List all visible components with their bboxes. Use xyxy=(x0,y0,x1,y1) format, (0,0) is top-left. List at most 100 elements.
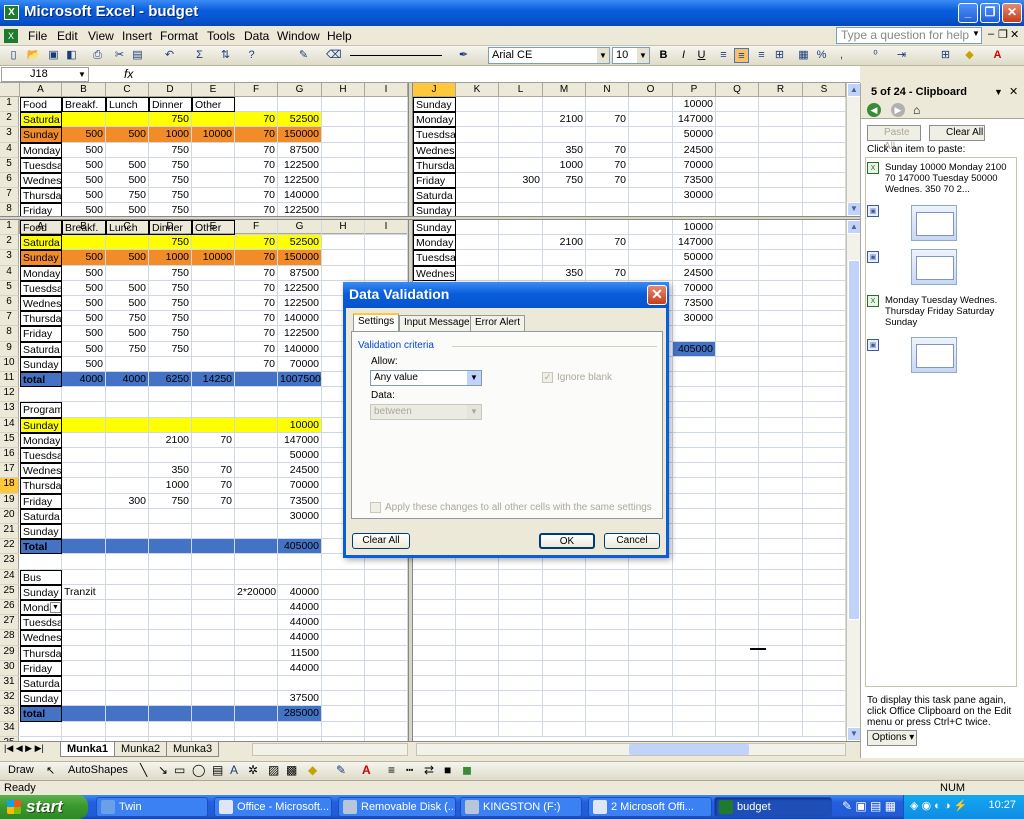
cell[interactable] xyxy=(235,97,278,113)
select-objects-icon[interactable]: ↖ xyxy=(46,764,55,777)
cell[interactable] xyxy=(106,448,149,464)
cell[interactable] xyxy=(235,630,278,646)
cell[interactable] xyxy=(543,660,586,676)
cell[interactable]: 70000 xyxy=(278,478,322,494)
cell[interactable] xyxy=(106,706,149,722)
cell[interactable] xyxy=(456,142,499,158)
cell[interactable] xyxy=(322,127,365,143)
cell[interactable] xyxy=(673,508,716,524)
diagram-icon[interactable]: ✲ xyxy=(248,763,258,777)
cell[interactable] xyxy=(192,326,235,342)
cell[interactable] xyxy=(322,203,365,216)
cell[interactable] xyxy=(673,615,716,631)
cell[interactable] xyxy=(759,296,803,312)
cell[interactable]: 500 xyxy=(62,296,106,312)
cell[interactable]: 500 xyxy=(62,142,106,158)
cell[interactable]: 10000 xyxy=(673,97,716,113)
cell[interactable] xyxy=(629,127,673,143)
cell[interactable] xyxy=(759,127,803,143)
cell[interactable] xyxy=(759,660,803,676)
menu-insert[interactable]: Insert xyxy=(122,29,152,43)
cell[interactable] xyxy=(673,372,716,388)
cell[interactable] xyxy=(62,417,106,433)
column-header[interactable]: R xyxy=(759,83,803,97)
cell[interactable]: 24500 xyxy=(673,265,716,281)
underline-icon[interactable]: U xyxy=(694,48,709,63)
cell[interactable] xyxy=(716,508,759,524)
cell[interactable]: Lunch xyxy=(106,97,149,113)
vertical-scrollbar-top[interactable]: ▲ ▼ xyxy=(846,83,861,216)
cell[interactable] xyxy=(149,630,192,646)
cell[interactable] xyxy=(106,615,149,631)
cell[interactable] xyxy=(192,721,235,737)
back-icon[interactable]: ◀ xyxy=(867,103,881,117)
line-icon[interactable]: ╲ xyxy=(140,763,147,777)
cell[interactable] xyxy=(803,432,846,448)
cell[interactable] xyxy=(499,250,543,266)
cell[interactable]: Wednes. xyxy=(20,630,62,646)
cell[interactable] xyxy=(499,691,543,707)
cell[interactable] xyxy=(716,615,759,631)
cell[interactable] xyxy=(149,600,192,616)
cell[interactable] xyxy=(759,691,803,707)
cell[interactable] xyxy=(365,721,408,737)
cell[interactable] xyxy=(278,721,322,737)
cell[interactable] xyxy=(322,691,365,707)
cell[interactable] xyxy=(716,417,759,433)
cell[interactable]: 87500 xyxy=(278,142,322,158)
column-header[interactable]: A xyxy=(20,83,62,97)
cell[interactable]: 500 xyxy=(106,250,149,266)
cell[interactable] xyxy=(499,645,543,661)
cell[interactable] xyxy=(759,188,803,204)
cell[interactable] xyxy=(716,676,759,692)
cell[interactable] xyxy=(716,311,759,327)
cell[interactable] xyxy=(673,203,716,216)
cell[interactable]: 750 xyxy=(106,341,149,357)
cell[interactable] xyxy=(192,539,235,555)
cell[interactable] xyxy=(235,660,278,676)
arrow-icon[interactable]: ↘ xyxy=(158,763,168,777)
align-center-icon[interactable]: ≡ xyxy=(734,48,749,63)
cell[interactable]: 70000 xyxy=(673,157,716,173)
cell[interactable]: Wednes. xyxy=(20,296,62,312)
cell[interactable] xyxy=(192,173,235,189)
cell[interactable] xyxy=(803,584,846,600)
cell[interactable]: Friday xyxy=(20,493,62,509)
cell[interactable] xyxy=(365,691,408,707)
cell[interactable] xyxy=(629,250,673,266)
cell[interactable]: Other xyxy=(192,220,235,236)
cell[interactable] xyxy=(365,265,408,281)
cell[interactable] xyxy=(803,554,846,570)
tab-settings[interactable]: Settings xyxy=(353,313,400,332)
cell[interactable] xyxy=(543,645,586,661)
cell[interactable] xyxy=(149,691,192,707)
task-office[interactable]: Office - Microsoft... xyxy=(214,797,332,817)
cell[interactable] xyxy=(456,112,499,128)
cell[interactable] xyxy=(716,387,759,403)
cell[interactable] xyxy=(365,127,408,143)
cell[interactable] xyxy=(235,645,278,661)
cell[interactable]: 405000 xyxy=(278,539,322,555)
cell[interactable] xyxy=(629,265,673,281)
cell[interactable] xyxy=(106,463,149,479)
cell[interactable]: Other xyxy=(192,97,235,113)
line-style-icon[interactable]: ≡ xyxy=(388,763,395,777)
cell[interactable]: 70 xyxy=(586,157,629,173)
cell[interactable] xyxy=(456,157,499,173)
excel-icon[interactable]: X xyxy=(4,5,19,20)
cell[interactable] xyxy=(759,676,803,692)
fill-color-icon[interactable]: ◆ xyxy=(308,763,317,777)
cell[interactable]: Wednes. xyxy=(413,142,456,158)
cell[interactable]: Thursda xyxy=(20,311,62,327)
cell[interactable] xyxy=(716,280,759,296)
task-kingston[interactable]: KINGSTON (F:) xyxy=(460,797,582,817)
cell[interactable] xyxy=(803,721,846,737)
cell[interactable] xyxy=(192,235,235,251)
row-header[interactable]: 19 xyxy=(0,493,19,509)
cell[interactable]: 70 xyxy=(235,142,278,158)
cell[interactable]: 122500 xyxy=(278,326,322,342)
task-twin[interactable]: Twin xyxy=(96,797,208,817)
cell[interactable] xyxy=(586,660,629,676)
cell[interactable] xyxy=(759,554,803,570)
cell[interactable] xyxy=(456,188,499,204)
